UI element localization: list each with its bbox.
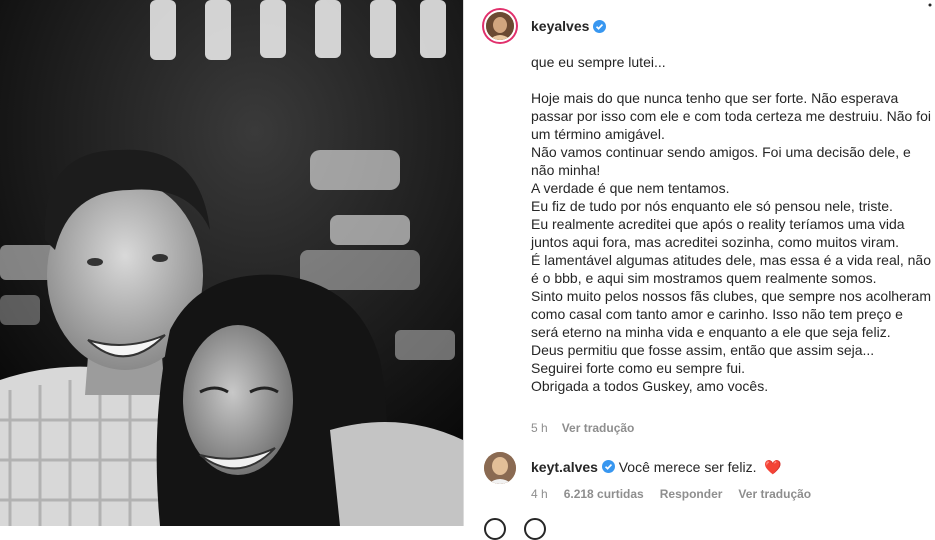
caption-line: A verdade é que nem tentamos. xyxy=(531,180,730,196)
caption-meta: 5 h Ver tradução xyxy=(531,421,634,435)
comment-text: Você merece ser feliz. xyxy=(618,459,757,475)
couple-photo-image xyxy=(0,0,463,526)
verified-badge-icon xyxy=(601,460,615,473)
caption-translate-link[interactable]: Ver tradução xyxy=(562,421,635,435)
caption-line: Deus permitiu que fosse assim, então que… xyxy=(531,342,875,358)
comment-likes-count[interactable]: 6.218 curtidas xyxy=(564,487,644,501)
verified-badge-icon xyxy=(593,19,607,33)
caption-line: Eu realmente acreditei que após o realit… xyxy=(531,216,905,250)
comment-timestamp[interactable]: 4 h xyxy=(531,487,548,501)
author-avatar[interactable] xyxy=(484,10,516,42)
comment-translate-link[interactable]: Ver tradução xyxy=(738,487,811,501)
comment-reply-button[interactable]: Responder xyxy=(660,487,723,501)
commenter-avatar[interactable] xyxy=(484,452,516,484)
heart-emoji: ❤️ xyxy=(764,459,782,475)
caption-line: Hoje mais do que nunca tenho que ser for… xyxy=(531,90,931,142)
caption-line: É lamentável algumas atitudes dele, mas … xyxy=(531,252,932,286)
post-photo xyxy=(0,0,463,526)
comment-row: keyt.alves Você merece ser feliz. ❤️ xyxy=(484,452,782,484)
post-header: keyalves xyxy=(464,0,935,52)
author-username[interactable]: keyalves xyxy=(531,18,589,34)
post-action-bar xyxy=(484,518,546,540)
caption-line: Sinto muito pelos nossos fãs clubes, que… xyxy=(531,288,931,340)
caption-line: Obrigada a todos Guskey, amo vocês. xyxy=(531,378,769,394)
caption-line xyxy=(531,71,931,89)
caption-line: que eu sempre lutei... xyxy=(531,54,666,70)
post-caption: que eu sempre lutei... Hoje mais do que … xyxy=(531,53,931,395)
post-details-panel: keyalves que eu sempre lutei... Hoje mai… xyxy=(463,0,935,540)
more-options-icon[interactable] xyxy=(925,0,935,10)
like-icon[interactable] xyxy=(484,518,506,540)
caption-line: Seguirei forte como eu sempre fui. xyxy=(531,360,745,376)
comment-meta: 4 h 6.218 curtidas Responder Ver traduçã… xyxy=(531,487,811,501)
comment-icon[interactable] xyxy=(524,518,546,540)
caption-timestamp[interactable]: 5 h xyxy=(531,421,548,435)
comment-body: keyt.alves Você merece ser feliz. ❤️ xyxy=(531,458,782,476)
commenter-username[interactable]: keyt.alves xyxy=(531,459,598,475)
caption-line: Não vamos continuar sendo amigos. Foi um… xyxy=(531,144,911,178)
caption-line: Eu fiz de tudo por nós enquanto ele só p… xyxy=(531,198,893,214)
